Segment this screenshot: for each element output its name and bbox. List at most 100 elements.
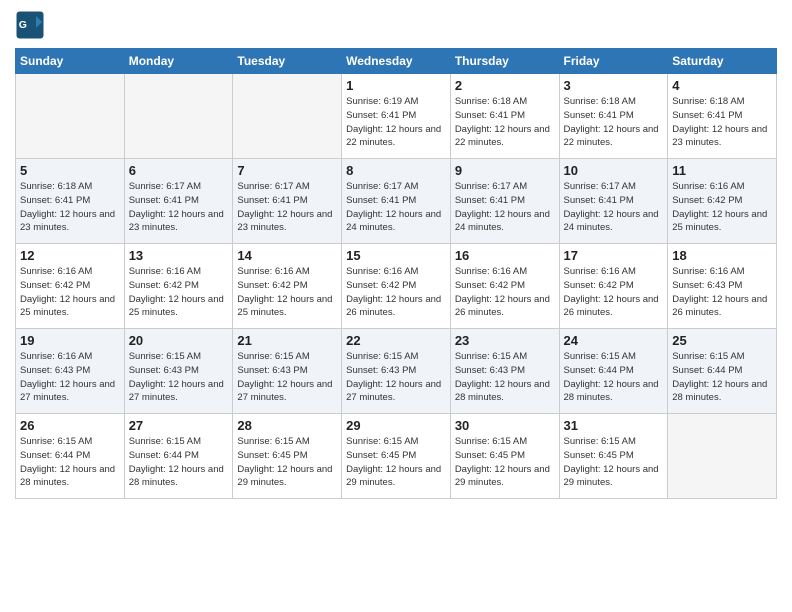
day-info: Sunrise: 6:15 AM Sunset: 6:44 PM Dayligh… xyxy=(20,435,120,490)
day-number: 17 xyxy=(564,248,664,263)
day-number: 6 xyxy=(129,163,229,178)
day-number: 24 xyxy=(564,333,664,348)
calendar-cell: 15Sunrise: 6:16 AM Sunset: 6:42 PM Dayli… xyxy=(342,244,451,329)
day-info: Sunrise: 6:15 AM Sunset: 6:43 PM Dayligh… xyxy=(455,350,555,405)
day-number: 16 xyxy=(455,248,555,263)
day-number: 5 xyxy=(20,163,120,178)
calendar-cell: 2 Sunrise: 6:18 AM Sunset: 6:41 PM Daylig… xyxy=(450,74,559,159)
day-info: Sunrise: 6:17 AM Sunset: 6:41 PM Dayligh… xyxy=(455,180,555,235)
day-number: 20 xyxy=(129,333,229,348)
day-info: Sunrise: 6:16 AM Sunset: 6:42 PM Dayligh… xyxy=(20,265,120,320)
calendar-cell: 22 Sunrise: 6:15 AM Sunset: 6:43 PM Dayli… xyxy=(342,329,451,414)
day-number: 28 xyxy=(237,418,337,433)
day-number: 29 xyxy=(346,418,446,433)
logo-icon: G xyxy=(15,10,45,40)
day-info: Sunrise: 6:16 AM Sunset: 6:42 PM Dayligh… xyxy=(564,265,664,320)
weekday-header-wednesday: Wednesday xyxy=(342,49,451,74)
calendar-cell: 18 Sunrise: 6:16 AM Sunset: 6:43 PM Dayli… xyxy=(668,244,777,329)
day-info: Sunrise: 6:16 AM Sunset: 6:42 PM Dayligh… xyxy=(237,265,337,320)
calendar-cell: 23 Sunrise: 6:15 AM Sunset: 6:43 PM Dayli… xyxy=(450,329,559,414)
day-number: 25 xyxy=(672,333,772,348)
calendar-cell: 3 Sunrise: 6:18 AM Sunset: 6:41 PM Daylig… xyxy=(559,74,668,159)
page-header: G xyxy=(15,10,777,40)
day-info: Sunrise: 6:16 AM Sunset: 6:42 PM Dayligh… xyxy=(129,265,229,320)
day-info: Sunrise: 6:15 AM Sunset: 6:45 PM Dayligh… xyxy=(455,435,555,490)
calendar-cell: 30 Sunrise: 6:15 AM Sunset: 6:45 PM Dayli… xyxy=(450,414,559,499)
calendar-cell: 10 Sunrise: 6:17 AM Sunset: 6:41 PM Dayli… xyxy=(559,159,668,244)
calendar-week-5: 26 Sunrise: 6:15 AM Sunset: 6:44 PM Dayli… xyxy=(16,414,777,499)
calendar-cell: 11 Sunrise: 6:16 AM Sunset: 6:42 PM Dayli… xyxy=(668,159,777,244)
calendar-cell: 25 Sunrise: 6:15 AM Sunset: 6:44 PM Dayli… xyxy=(668,329,777,414)
weekday-header-tuesday: Tuesday xyxy=(233,49,342,74)
calendar-cell: 13 Sunrise: 6:16 AM Sunset: 6:42 PM Dayli… xyxy=(124,244,233,329)
day-number: 7 xyxy=(237,163,337,178)
day-number: 26 xyxy=(20,418,120,433)
day-info: Sunrise: 6:16 AM Sunset: 6:42 PM Dayligh… xyxy=(672,180,772,235)
calendar-cell: 31Sunrise: 6:15 AM Sunset: 6:45 PM Dayli… xyxy=(559,414,668,499)
logo: G xyxy=(15,10,47,40)
day-number: 12 xyxy=(20,248,120,263)
calendar-cell: 7 Sunrise: 6:17 AM Sunset: 6:41 PM Daylig… xyxy=(233,159,342,244)
calendar-cell: 28 Sunrise: 6:15 AM Sunset: 6:45 PM Dayli… xyxy=(233,414,342,499)
calendar-cell: 8 Sunrise: 6:17 AM Sunset: 6:41 PM Daylig… xyxy=(342,159,451,244)
day-number: 2 xyxy=(455,78,555,93)
day-info: Sunrise: 6:15 AM Sunset: 6:43 PM Dayligh… xyxy=(129,350,229,405)
day-number: 23 xyxy=(455,333,555,348)
day-info: Sunrise: 6:17 AM Sunset: 6:41 PM Dayligh… xyxy=(346,180,446,235)
calendar-cell: 5 Sunrise: 6:18 AM Sunset: 6:41 PM Daylig… xyxy=(16,159,125,244)
weekday-header-sunday: Sunday xyxy=(16,49,125,74)
day-number: 10 xyxy=(564,163,664,178)
day-info: Sunrise: 6:15 AM Sunset: 6:44 PM Dayligh… xyxy=(564,350,664,405)
day-info: Sunrise: 6:17 AM Sunset: 6:41 PM Dayligh… xyxy=(237,180,337,235)
day-info: Sunrise: 6:15 AM Sunset: 6:45 PM Dayligh… xyxy=(237,435,337,490)
calendar-header: SundayMondayTuesdayWednesdayThursdayFrid… xyxy=(16,49,777,74)
day-number: 11 xyxy=(672,163,772,178)
calendar-cell: 19 Sunrise: 6:16 AM Sunset: 6:43 PM Dayli… xyxy=(16,329,125,414)
day-info: Sunrise: 6:17 AM Sunset: 6:41 PM Dayligh… xyxy=(564,180,664,235)
day-info: Sunrise: 6:15 AM Sunset: 6:45 PM Dayligh… xyxy=(346,435,446,490)
calendar-body: 1Sunrise: 6:19 AM Sunset: 6:41 PM Daylig… xyxy=(16,74,777,499)
calendar-week-4: 19 Sunrise: 6:16 AM Sunset: 6:43 PM Dayli… xyxy=(16,329,777,414)
day-number: 27 xyxy=(129,418,229,433)
calendar-cell: 17 Sunrise: 6:16 AM Sunset: 6:42 PM Dayli… xyxy=(559,244,668,329)
day-info: Sunrise: 6:16 AM Sunset: 6:43 PM Dayligh… xyxy=(20,350,120,405)
day-number: 19 xyxy=(20,333,120,348)
day-info: Sunrise: 6:16 AM Sunset: 6:42 PM Dayligh… xyxy=(455,265,555,320)
calendar-week-3: 12 Sunrise: 6:16 AM Sunset: 6:42 PM Dayli… xyxy=(16,244,777,329)
day-info: Sunrise: 6:18 AM Sunset: 6:41 PM Dayligh… xyxy=(672,95,772,150)
calendar-cell: 21Sunrise: 6:15 AM Sunset: 6:43 PM Dayli… xyxy=(233,329,342,414)
day-info: Sunrise: 6:15 AM Sunset: 6:43 PM Dayligh… xyxy=(237,350,337,405)
calendar-cell: 27 Sunrise: 6:15 AM Sunset: 6:44 PM Dayli… xyxy=(124,414,233,499)
day-info: Sunrise: 6:18 AM Sunset: 6:41 PM Dayligh… xyxy=(564,95,664,150)
calendar-cell xyxy=(124,74,233,159)
day-number: 18 xyxy=(672,248,772,263)
weekday-header-row: SundayMondayTuesdayWednesdayThursdayFrid… xyxy=(16,49,777,74)
day-number: 8 xyxy=(346,163,446,178)
svg-text:G: G xyxy=(19,19,27,31)
calendar-week-2: 5 Sunrise: 6:18 AM Sunset: 6:41 PM Daylig… xyxy=(16,159,777,244)
calendar-cell: 9Sunrise: 6:17 AM Sunset: 6:41 PM Daylig… xyxy=(450,159,559,244)
day-number: 3 xyxy=(564,78,664,93)
day-number: 1 xyxy=(346,78,446,93)
calendar-cell: 12 Sunrise: 6:16 AM Sunset: 6:42 PM Dayli… xyxy=(16,244,125,329)
calendar-cell: 14Sunrise: 6:16 AM Sunset: 6:42 PM Dayli… xyxy=(233,244,342,329)
calendar-cell: 6 Sunrise: 6:17 AM Sunset: 6:41 PM Daylig… xyxy=(124,159,233,244)
day-info: Sunrise: 6:16 AM Sunset: 6:43 PM Dayligh… xyxy=(672,265,772,320)
day-number: 22 xyxy=(346,333,446,348)
calendar-cell: 26 Sunrise: 6:15 AM Sunset: 6:44 PM Dayli… xyxy=(16,414,125,499)
day-info: Sunrise: 6:15 AM Sunset: 6:44 PM Dayligh… xyxy=(129,435,229,490)
calendar-cell: 4 Sunrise: 6:18 AM Sunset: 6:41 PM Daylig… xyxy=(668,74,777,159)
day-info: Sunrise: 6:15 AM Sunset: 6:43 PM Dayligh… xyxy=(346,350,446,405)
weekday-header-friday: Friday xyxy=(559,49,668,74)
weekday-header-saturday: Saturday xyxy=(668,49,777,74)
day-number: 4 xyxy=(672,78,772,93)
day-info: Sunrise: 6:17 AM Sunset: 6:41 PM Dayligh… xyxy=(129,180,229,235)
day-number: 13 xyxy=(129,248,229,263)
day-info: Sunrise: 6:15 AM Sunset: 6:44 PM Dayligh… xyxy=(672,350,772,405)
calendar-cell xyxy=(233,74,342,159)
day-info: Sunrise: 6:18 AM Sunset: 6:41 PM Dayligh… xyxy=(455,95,555,150)
day-info: Sunrise: 6:16 AM Sunset: 6:42 PM Dayligh… xyxy=(346,265,446,320)
day-info: Sunrise: 6:18 AM Sunset: 6:41 PM Dayligh… xyxy=(20,180,120,235)
weekday-header-thursday: Thursday xyxy=(450,49,559,74)
day-number: 30 xyxy=(455,418,555,433)
